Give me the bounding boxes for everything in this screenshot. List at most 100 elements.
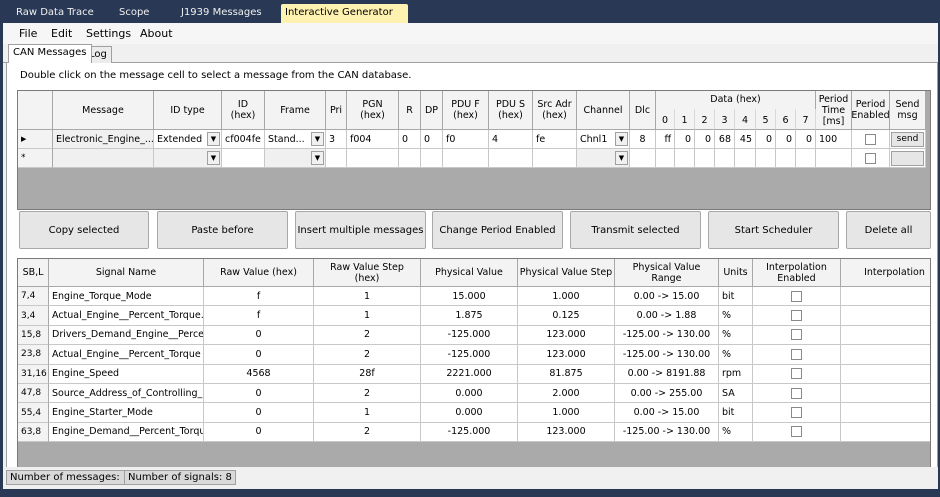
interpolation-enabled[interactable] — [753, 403, 841, 423]
new-cell-pdus[interactable] — [489, 149, 533, 168]
value-range[interactable]: 0.00 -> 8191.88 — [615, 364, 719, 384]
new-cell-send[interactable] — [890, 149, 926, 168]
cell-period[interactable]: 100 — [816, 130, 852, 149]
new-cell-dlc[interactable] — [630, 149, 656, 168]
column-header-pri[interactable]: Pri — [326, 91, 347, 130]
interpolation-enabled[interactable] — [753, 325, 841, 346]
physical-value[interactable]: 0.000 — [421, 403, 518, 423]
physical-step[interactable]: 1.000 — [518, 403, 615, 423]
signal-name[interactable]: Engine_Starter_Mode — [49, 403, 204, 423]
physical-value[interactable]: -125.000 — [421, 422, 518, 443]
column-header-pduf[interactable]: PDU F (hex) — [443, 91, 489, 130]
interpolation-enabled[interactable] — [753, 384, 841, 404]
interpolation-checkbox[interactable] — [791, 348, 802, 360]
interpolation-checkbox[interactable] — [791, 426, 802, 438]
cell-b6[interactable]: 0 — [776, 130, 796, 149]
signal-name[interactable]: Engine_Demand__Percent_Torque — [49, 422, 204, 443]
raw-value[interactable]: 0 — [204, 422, 314, 443]
cell-pri[interactable]: 3 — [326, 130, 347, 149]
new-cell-b4[interactable] — [735, 149, 756, 168]
signal-header-4[interactable]: Physical Value — [421, 259, 518, 287]
new-cell-b5[interactable] — [756, 149, 776, 168]
cell-dlc[interactable]: 8 — [630, 130, 656, 149]
cell-src[interactable]: fe — [533, 130, 577, 149]
value-range[interactable]: -125.00 -> 130.00 — [615, 422, 719, 443]
interpolation[interactable] — [841, 364, 930, 384]
raw-value[interactable]: 0 — [204, 325, 314, 346]
cell-b0[interactable]: ff — [656, 130, 675, 149]
cell-pdus[interactable]: 4 — [489, 130, 533, 149]
new-cell-b3[interactable] — [715, 149, 735, 168]
menu-settings[interactable]: Settings — [86, 27, 131, 40]
button-paste-before[interactable]: Paste before — [157, 211, 288, 249]
period-enabled-checkbox[interactable] — [865, 133, 876, 145]
tab-j1939-messages[interactable]: J1939 Messages — [177, 4, 266, 23]
cell-b5[interactable]: 0 — [756, 130, 776, 149]
column-header-pgn[interactable]: PGN (hex) — [347, 91, 399, 130]
cell-b2[interactable]: 0 — [695, 130, 715, 149]
interpolation[interactable] — [841, 422, 930, 443]
cell-r[interactable]: 0 — [399, 130, 421, 149]
physical-step[interactable]: 123.000 — [518, 325, 615, 346]
menu-edit[interactable]: Edit — [51, 27, 72, 40]
interpolation-checkbox[interactable] — [791, 329, 802, 341]
raw-step[interactable]: 2 — [314, 345, 421, 365]
raw-step[interactable]: 2 — [314, 325, 421, 346]
column-header-pdus[interactable]: PDU S (hex) — [489, 91, 533, 130]
cell-id-hex[interactable]: cf004fe — [222, 130, 265, 149]
new-cell-dp[interactable] — [421, 149, 443, 168]
signal-header-5[interactable]: Physical Value Step — [518, 259, 615, 287]
column-header-r[interactable]: R — [399, 91, 421, 130]
new-cell-pgn[interactable] — [347, 149, 399, 168]
raw-step[interactable]: 2 — [314, 422, 421, 443]
raw-value[interactable]: 0 — [204, 403, 314, 423]
interpolation-checkbox[interactable] — [791, 290, 802, 302]
new-cell-b2[interactable] — [695, 149, 715, 168]
raw-step[interactable]: 2 — [314, 384, 421, 404]
column-header-src[interactable]: Src Adr (hex) — [533, 91, 577, 130]
signal-units[interactable]: % — [719, 325, 753, 346]
period-enabled-checkbox[interactable] — [865, 152, 876, 164]
physical-step[interactable]: 81.875 — [518, 364, 615, 384]
tab-raw-data-trace[interactable]: Raw Data Trace — [12, 4, 98, 23]
button-delete-all[interactable]: Delete all — [846, 211, 931, 249]
tab-scope[interactable]: Scope — [115, 4, 153, 23]
value-range[interactable]: 0.00 -> 255.00 — [615, 384, 719, 404]
interpolation-checkbox[interactable] — [791, 387, 802, 399]
row-header[interactable]: ▶ — [18, 130, 53, 149]
cell-b3[interactable]: 68 — [715, 130, 735, 149]
new-cell-period-enabled[interactable] — [852, 149, 890, 168]
interpolation[interactable] — [841, 287, 930, 307]
signal-units[interactable]: % — [719, 345, 753, 365]
physical-step[interactable]: 2.000 — [518, 384, 615, 404]
physical-step[interactable]: 1.000 — [518, 287, 615, 307]
menu-file[interactable]: File — [19, 27, 37, 40]
row-header[interactable]: * — [18, 149, 53, 168]
menu-about[interactable]: About — [140, 27, 173, 40]
button-start-scheduler[interactable]: Start Scheduler — [708, 211, 839, 249]
button-insert-multiple-messages[interactable]: Insert multiple messages — [295, 211, 426, 249]
cell-b1[interactable]: 0 — [675, 130, 695, 149]
column-header-data[interactable]: Data (hex) — [656, 91, 816, 109]
tab-interactive-generator[interactable]: Interactive Generator✕ — [281, 4, 408, 36]
signal-header-3[interactable]: Raw Value Step (hex) — [314, 259, 421, 287]
new-cell-id-hex[interactable] — [222, 149, 265, 168]
column-header-dp[interactable]: DP — [421, 91, 443, 130]
signal-name[interactable]: Actual_Engine__Percent_Torque — [49, 345, 204, 365]
cell-pgn[interactable]: f004 — [347, 130, 399, 149]
column-header-period[interactable]: Period Time [ms] — [816, 91, 852, 130]
signal-header-9[interactable]: Interpolation — [841, 259, 930, 287]
physical-step[interactable]: 123.000 — [518, 345, 615, 365]
signal-header-8[interactable]: Interpolation Enabled — [753, 259, 841, 287]
new-cell-period[interactable] — [816, 149, 852, 168]
value-range[interactable]: 0.00 -> 15.00 — [615, 287, 719, 307]
raw-value[interactable]: 4568 — [204, 364, 314, 384]
cell-period-enabled[interactable] — [852, 130, 890, 149]
chevron-down-icon[interactable]: ▼ — [207, 132, 220, 146]
column-header-id-hex[interactable]: ID (hex) — [222, 91, 265, 130]
column-header-id-type[interactable]: ID type — [154, 91, 222, 130]
physical-value[interactable]: -125.000 — [421, 345, 518, 365]
button-copy-selected[interactable]: Copy selected — [19, 211, 149, 249]
signal-units[interactable]: bit — [719, 403, 753, 423]
cell-b4[interactable]: 45 — [735, 130, 756, 149]
